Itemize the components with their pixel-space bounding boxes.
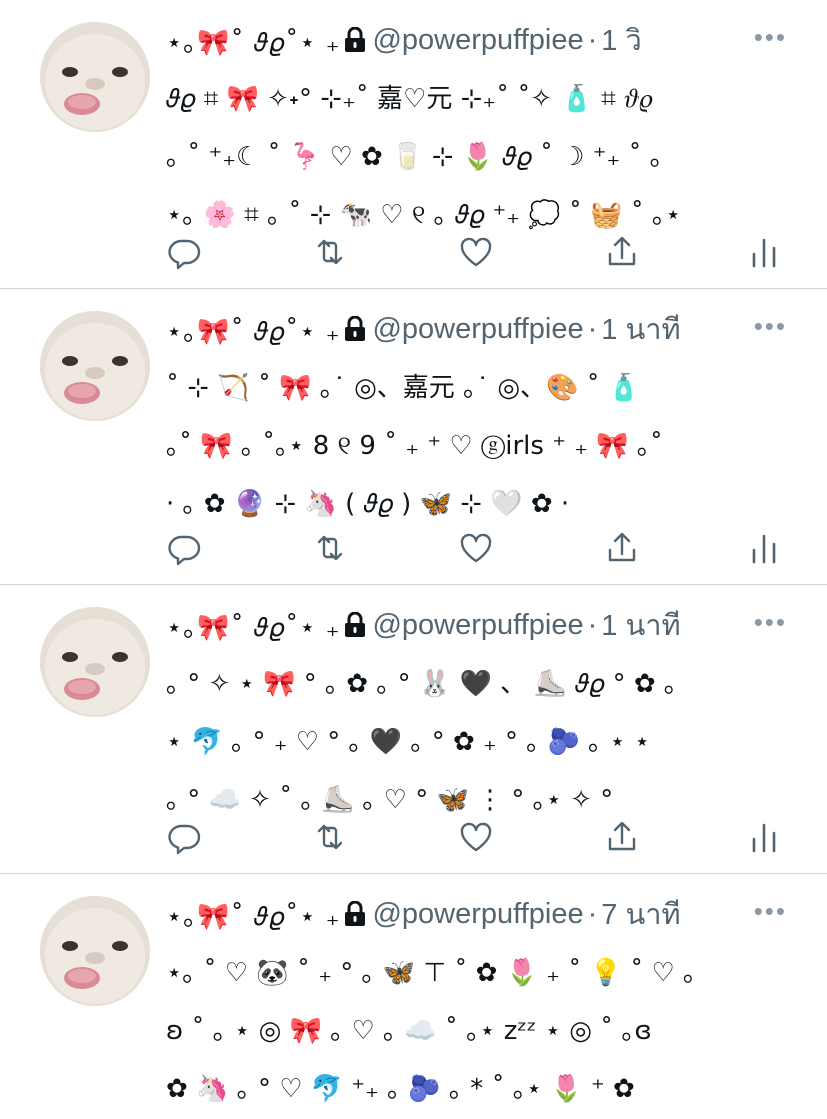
- heart-icon[interactable]: [458, 530, 494, 566]
- tweet-text-line: ˚ ⊹ 🏹 ˚ 🎀 ｡˙ ◎、嘉元 ｡˙ ◎、🎨 ˚ 🧴: [166, 373, 641, 403]
- tweet-text: 𝜗𝜚 ⌗ 🎀 ✧˖° ⊹₊˚ 嘉♡元 ⊹₊˚ ˚✧ 🧴 ⌗ 𝜗𝜚 ｡ ˚ ⁺₊☾…: [166, 70, 796, 244]
- tweet-header: ⋆｡🎀˚ 𝜗𝜚˚⋆ ₊ @powerpuffpiee · 1 นาที •••: [166, 307, 787, 351]
- share-icon[interactable]: [604, 530, 640, 566]
- avatar[interactable]: [40, 607, 150, 717]
- avatar[interactable]: [40, 22, 150, 132]
- share-icon[interactable]: [604, 819, 640, 855]
- handle[interactable]: @powerpuffpiee: [372, 898, 583, 931]
- tweet-text-line: 𝜗𝜚 ⌗ 🎀 ✧˖° ⊹₊˚ 嘉♡元 ⊹₊˚ ˚✧ 🧴 ⌗ 𝜗𝜚: [166, 84, 653, 114]
- tweet-text: ⋆｡ ˚ ♡ 🐼 ˚ ₊ ° ｡ 🦋 ⊤ ˚ ✿ 🌷 ₊ ˚ 💡 ˚ ♡ ｡ ʚ…: [166, 944, 796, 1118]
- tweet-actions: [166, 530, 787, 566]
- more-icon[interactable]: •••: [754, 607, 787, 638]
- display-name[interactable]: ⋆｡🎀˚ 𝜗𝜚˚⋆ ₊: [166, 607, 340, 644]
- more-icon[interactable]: •••: [754, 896, 787, 927]
- display-name[interactable]: ⋆｡🎀˚ 𝜗𝜚˚⋆ ₊: [166, 311, 340, 348]
- separator-dot: ·: [587, 608, 598, 641]
- more-icon[interactable]: •••: [754, 22, 787, 53]
- tweet-actions: [166, 234, 787, 270]
- tweet-actions: [166, 819, 787, 855]
- retweet-icon[interactable]: [312, 530, 348, 566]
- timestamp[interactable]: 1 นาที: [601, 602, 680, 648]
- tweet-text: ｡ ° ✧ ⋆ 🎀 ° ｡ ✿ ｡ ° 🐰 🖤 、 ⛸️ 𝜗𝜚 ° ✿ ｡ ⋆ …: [166, 655, 796, 829]
- lock-icon: [344, 611, 366, 638]
- lock-icon: [344, 315, 366, 342]
- tweet-text-line: ｡ ° ✧ ⋆ 🎀 ° ｡ ✿ ｡ ° 🐰 🖤 、 ⛸️ 𝜗𝜚 ° ✿ ｡: [166, 669, 677, 699]
- tweet-header: ⋆｡🎀˚ 𝜗𝜚˚⋆ ₊ @powerpuffpiee · 1 วิ •••: [166, 18, 787, 62]
- tweet[interactable]: ⋆｡🎀˚ 𝜗𝜚˚⋆ ₊ @powerpuffpiee · 1 นาที ••• …: [0, 585, 827, 874]
- avatar[interactable]: [40, 311, 150, 421]
- tweet[interactable]: ⋆｡🎀˚ 𝜗𝜚˚⋆ ₊ @powerpuffpiee · 1 วิ ••• 𝜗𝜚…: [0, 0, 827, 289]
- retweet-icon[interactable]: [312, 819, 348, 855]
- stats-icon[interactable]: [746, 530, 782, 566]
- timestamp[interactable]: 7 นาที: [601, 891, 680, 937]
- stats-icon[interactable]: [746, 819, 782, 855]
- separator-dot: ·: [587, 897, 598, 930]
- heart-icon[interactable]: [458, 234, 494, 270]
- tweet-header: ⋆｡🎀˚ 𝜗𝜚˚⋆ ₊ @powerpuffpiee · 1 นาที •••: [166, 603, 787, 647]
- tweet-text-line: ⋆ 🐬 ｡ ° ₊ ♡ ° ｡ 🖤 ｡ ° ✿ ₊ ° ｡ 🫐 ｡ ⋆ ⋆: [166, 727, 651, 757]
- tweet-text: ˚ ⊹ 🏹 ˚ 🎀 ｡˙ ◎、嘉元 ｡˙ ◎、🎨 ˚ 🧴 ｡˚ 🎀 ｡ ˚｡⋆ …: [166, 359, 796, 533]
- heart-icon[interactable]: [458, 819, 494, 855]
- tweet-header: ⋆｡🎀˚ 𝜗𝜚˚⋆ ₊ @powerpuffpiee · 7 นาที •••: [166, 892, 787, 936]
- tweet-text-line: ｡˚ 🎀 ｡ ˚｡⋆ 8 ୧ 9 ˚ ₊ ⁺ ♡ ⓖirls ⁺ ₊ 🎀 ｡˚: [166, 431, 663, 461]
- more-icon[interactable]: •••: [754, 311, 787, 342]
- reply-icon[interactable]: [166, 530, 202, 566]
- retweet-icon[interactable]: [312, 234, 348, 270]
- reply-icon[interactable]: [166, 234, 202, 270]
- tweet[interactable]: ⋆｡🎀˚ 𝜗𝜚˚⋆ ₊ @powerpuffpiee · 7 นาที ••• …: [0, 874, 827, 1119]
- display-name[interactable]: ⋆｡🎀˚ 𝜗𝜚˚⋆ ₊: [166, 896, 340, 933]
- timeline-feed: ⋆｡🎀˚ 𝜗𝜚˚⋆ ₊ @powerpuffpiee · 1 วิ ••• 𝜗𝜚…: [0, 0, 827, 1119]
- timestamp[interactable]: 1 วิ: [601, 17, 641, 63]
- lock-icon: [344, 26, 366, 53]
- separator-dot: ·: [587, 312, 598, 345]
- handle[interactable]: @powerpuffpiee: [372, 313, 583, 346]
- reply-icon[interactable]: [166, 819, 202, 855]
- tweet-text-line: ｡ ˚ ⁺₊☾ ˚ 🦩 ♡ ✿ 🥛 ⊹ 🌷 𝜗𝜚 ˚ ☽ ⁺₊ ˚ ｡: [166, 142, 663, 172]
- display-name[interactable]: ⋆｡🎀˚ 𝜗𝜚˚⋆ ₊: [166, 22, 340, 59]
- lock-icon: [344, 900, 366, 927]
- separator-dot: ·: [587, 23, 598, 56]
- tweet-text-line: ⋆｡ ˚ ♡ 🐼 ˚ ₊ ° ｡ 🦋 ⊤ ˚ ✿ 🌷 ₊ ˚ 💡 ˚ ♡ ｡: [166, 958, 697, 988]
- tweet[interactable]: ⋆｡🎀˚ 𝜗𝜚˚⋆ ₊ @powerpuffpiee · 1 นาที ••• …: [0, 289, 827, 585]
- handle[interactable]: @powerpuffpiee: [372, 609, 583, 642]
- tweet-text-line: ✿ 🦄 ｡ ° ♡ 🐬 ⁺₊ ｡ 🫐 ｡ * ˚ ｡⋆ 🌷 ⁺ ✿: [166, 1074, 635, 1104]
- avatar[interactable]: [40, 896, 150, 1006]
- tweet-text-line: · ｡ ✿ 🔮 ⊹ 🦄 ( 𝜗𝜚 ) 🦋 ⊹ 🤍 ✿ ·: [166, 489, 570, 519]
- share-icon[interactable]: [604, 234, 640, 270]
- handle[interactable]: @powerpuffpiee: [372, 24, 583, 57]
- timestamp[interactable]: 1 นาที: [601, 306, 680, 352]
- tweet-text-line: ʚ ˚ ｡ ⋆ ◎ 🎀 ｡ ♡ ｡ ☁️ ˚ ｡⋆ zᶻᶻ ⋆ ◎ ˚ ｡ɞ: [166, 1016, 652, 1046]
- stats-icon[interactable]: [746, 234, 782, 270]
